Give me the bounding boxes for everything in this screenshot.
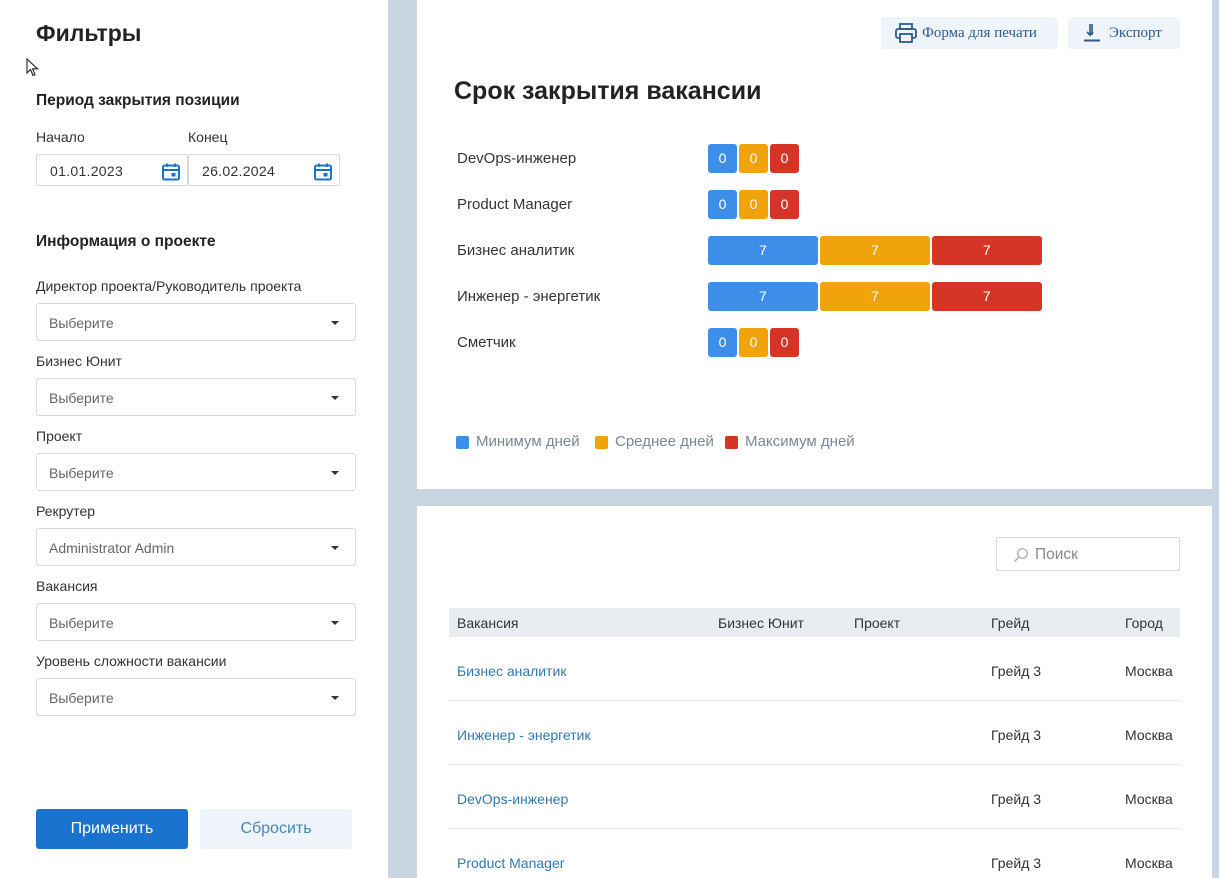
business-unit-select[interactable]: Выберите — [36, 378, 356, 416]
vacancy-link[interactable]: Инженер - энергетик — [457, 727, 591, 743]
chart-bar[interactable]: 0 — [770, 328, 799, 357]
director-label: Директор проекта/Руководитель проекта — [36, 278, 302, 294]
search-icon — [1013, 547, 1029, 563]
recruiter-label: Рекрутер — [36, 503, 96, 519]
calendar-icon[interactable] — [161, 162, 181, 182]
project-select-value: Выберите — [49, 465, 114, 481]
export-button-label: Экспорт — [1109, 25, 1162, 41]
chart-bar[interactable]: 0 — [770, 190, 799, 219]
grade-cell: Грейд 3 — [991, 727, 1042, 743]
legend-swatch — [595, 436, 608, 449]
chart-bar[interactable]: 0 — [739, 144, 768, 173]
caret-down-icon — [331, 396, 339, 400]
project-select[interactable]: Выберите — [36, 453, 356, 491]
column-header-vacancy[interactable]: Вакансия — [457, 615, 518, 631]
business-unit-label: Бизнес Юнит — [36, 353, 122, 369]
city-cell: Москва — [1125, 855, 1173, 871]
recruiter-select-value: Administrator Admin — [49, 540, 175, 556]
search-placeholder: Поиск — [1035, 546, 1078, 563]
end-date-value: 26.02.2024 — [202, 163, 276, 179]
project-label: Проект — [36, 428, 83, 444]
table-header: Вакансия Бизнес Юнит Проект Грейд Город — [449, 608, 1180, 637]
caret-down-icon — [331, 546, 339, 550]
vacancies-table-panel: Поиск Вакансия Бизнес Юнит Проект Грейд … — [417, 506, 1212, 878]
grade-cell: Грейд 3 — [991, 791, 1042, 807]
reset-button[interactable]: Сбросить — [200, 809, 352, 849]
chart-bar[interactable]: 0 — [708, 144, 737, 173]
print-button[interactable]: Форма для печати — [881, 17, 1058, 49]
vacancy-link[interactable]: Бизнес аналитик — [457, 663, 566, 679]
table-row: DevOps-инженер Грейд 3 Москва — [449, 765, 1180, 829]
mouse-cursor-icon — [26, 58, 39, 77]
chart-bar[interactable]: 7 — [708, 282, 818, 311]
vacancy-select[interactable]: Выберите — [36, 603, 356, 641]
chart-bar[interactable]: 0 — [739, 328, 768, 357]
legend-label: Среднее дней — [615, 433, 714, 450]
grade-cell: Грейд 3 — [991, 663, 1042, 679]
chart-bar[interactable]: 7 — [931, 236, 1042, 265]
column-header-business-unit[interactable]: Бизнес Юнит — [718, 615, 804, 631]
category-label: Сметчик — [457, 334, 516, 351]
table-row: Инженер - энергетик Грейд 3 Москва — [449, 701, 1180, 765]
calendar-icon[interactable] — [313, 162, 333, 182]
column-header-project[interactable]: Проект — [854, 615, 900, 631]
printer-icon — [895, 23, 917, 43]
complexity-select[interactable]: Выберите — [36, 678, 356, 716]
category-label: Инженер - энергетик — [457, 288, 601, 305]
vacancy-link[interactable]: DevOps-инженер — [457, 791, 568, 807]
chart-bar[interactable]: 0 — [708, 190, 737, 219]
caret-down-icon — [331, 321, 339, 325]
table-row: Бизнес аналитик Грейд 3 Москва — [449, 637, 1180, 701]
chart-bar[interactable]: 7 — [931, 282, 1042, 311]
print-button-label: Форма для печати — [922, 25, 1037, 41]
column-header-city[interactable]: Город — [1125, 615, 1163, 631]
search-input[interactable]: Поиск — [996, 537, 1180, 571]
vacancy-link[interactable]: Product Manager — [457, 855, 564, 871]
recruiter-select[interactable]: Administrator Admin — [36, 528, 356, 566]
period-heading: Период закрытия позиции — [36, 92, 240, 109]
filters-sidebar: Фильтры Период закрытия позиции Начало К… — [0, 0, 388, 878]
vacancy-label: Вакансия — [36, 578, 98, 594]
business-unit-select-value: Выберите — [49, 390, 114, 406]
grade-cell: Грейд 3 — [991, 855, 1042, 871]
legend-swatch — [456, 436, 469, 449]
vacancy-select-value: Выберите — [49, 615, 114, 631]
category-label: Product Manager — [457, 196, 573, 213]
export-button[interactable]: Экспорт — [1068, 17, 1180, 49]
table-row: Product Manager Грейд 3 Москва — [449, 829, 1180, 878]
start-date-label: Начало — [36, 129, 85, 145]
sidebar-title: Фильтры — [36, 20, 142, 46]
legend-label: Максимум дней — [745, 433, 855, 450]
category-label: DevOps-инженер — [457, 150, 577, 167]
caret-down-icon — [331, 471, 339, 475]
director-select[interactable]: Выберите — [36, 303, 356, 341]
category-label: Бизнес аналитик — [457, 242, 575, 259]
project-info-heading: Информация о проекте — [36, 233, 216, 250]
city-cell: Москва — [1125, 727, 1173, 743]
legend-label: Минимум дней — [476, 433, 580, 450]
chart-bar[interactable]: 0 — [770, 144, 799, 173]
start-date-value: 01.01.2023 — [50, 163, 124, 179]
city-cell: Москва — [1125, 791, 1173, 807]
chart-panel: Форма для печати Экспорт Срок закрытия в… — [417, 0, 1212, 489]
director-select-value: Выберите — [49, 315, 114, 331]
caret-down-icon — [331, 696, 339, 700]
column-header-grade[interactable]: Грейд — [991, 615, 1029, 631]
complexity-select-value: Выберите — [49, 690, 114, 706]
download-icon — [1084, 24, 1100, 42]
chart-bar[interactable]: 7 — [819, 236, 930, 265]
complexity-label: Уровень сложности вакансии — [36, 653, 227, 669]
caret-down-icon — [331, 621, 339, 625]
chart-bar[interactable]: 7 — [708, 236, 818, 265]
chart-title: Срок закрытия вакансии — [454, 77, 762, 105]
end-date-label: Конец — [188, 129, 228, 145]
end-date-field[interactable]: 26.02.2024 — [188, 154, 340, 186]
apply-button[interactable]: Применить — [36, 809, 188, 849]
city-cell: Москва — [1125, 663, 1173, 679]
start-date-field[interactable]: 01.01.2023 — [36, 154, 188, 186]
chart-bar[interactable]: 7 — [819, 282, 930, 311]
chart-bar[interactable]: 0 — [739, 190, 768, 219]
chart-bar[interactable]: 0 — [708, 328, 737, 357]
legend-swatch — [725, 436, 738, 449]
